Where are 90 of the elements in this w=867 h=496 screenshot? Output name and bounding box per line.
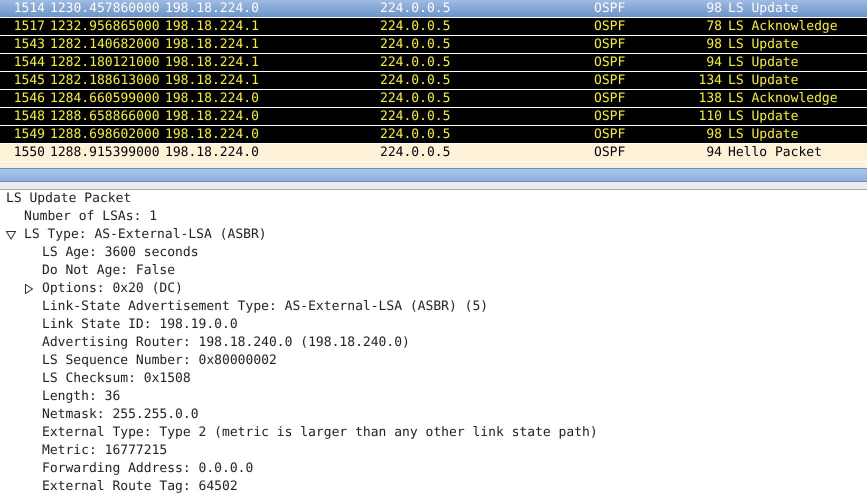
- packet-info: LS Update: [728, 36, 798, 54]
- packet-length: 138: [698, 90, 722, 108]
- packet-time: 1288.658866000: [50, 108, 161, 126]
- packet-destination: 224.0.0.5: [380, 0, 452, 18]
- packet-time: 1230.457860000: [50, 0, 161, 18]
- detail-line[interactable]: Number of LSAs: 1: [24, 208, 158, 226]
- detail-line[interactable]: External Type: Type 2 (metric is larger than any other link state path): [42, 424, 598, 442]
- packet-time: 1284.660599000: [50, 90, 161, 108]
- packet-source: 198.18.224.1: [165, 54, 260, 72]
- packet-length: 110: [698, 108, 722, 126]
- packet-number: 1549: [12, 126, 45, 144]
- detail-line[interactable]: LS Checksum: 0x1508: [42, 370, 191, 388]
- detail-line[interactable]: Link State ID: 198.19.0.0: [42, 316, 238, 334]
- packet-row[interactable]: 1550 1288.915399000 198.18.224.0 224.0.0.5 OSPF 94 Hello Packet: [0, 144, 867, 162]
- packet-protocol: OSPF: [594, 90, 626, 108]
- packet-source: 198.18.224.1: [165, 18, 260, 36]
- packet-length: 98: [705, 36, 722, 54]
- packet-row[interactable]: 1548 1288.658866000 198.18.224.0 224.0.0.5 OSPF 110 LS Update: [0, 108, 867, 126]
- packet-info: LS Update: [728, 54, 798, 72]
- packet-row[interactable]: 1546 1284.660599000 198.18.224.0 224.0.0.5 OSPF 138 LS Acknowledge: [0, 90, 867, 108]
- packet-protocol: OSPF: [594, 0, 626, 18]
- packet-source: 198.18.224.1: [165, 72, 260, 90]
- packet-number: 1545: [12, 72, 45, 90]
- packet-protocol: OSPF: [594, 36, 626, 54]
- packet-length: 98: [705, 0, 722, 18]
- expanded-triangle-icon[interactable]: [6, 230, 16, 240]
- packet-time: 1288.915399000: [50, 144, 161, 162]
- packet-info: LS Update: [728, 0, 798, 18]
- packet-row[interactable]: 1543 1282.140682000 198.18.224.1 224.0.0.5 OSPF 98 LS Update: [0, 36, 867, 54]
- packet-protocol: OSPF: [594, 18, 626, 36]
- packet-number: 1543: [12, 36, 45, 54]
- detail-line[interactable]: Link-State Advertisement Type: AS-External-LSA (ASBR) (5): [42, 298, 488, 316]
- detail-line[interactable]: LS Type: AS-External-LSA (ASBR): [24, 226, 267, 244]
- detail-line[interactable]: Netmask: 255.255.0.0: [42, 406, 199, 424]
- detail-line[interactable]: LS Age: 3600 seconds: [42, 244, 199, 262]
- packet-destination: 224.0.0.5: [380, 108, 452, 126]
- packet-length: 94: [705, 144, 722, 162]
- packet-destination: 224.0.0.5: [380, 144, 452, 162]
- detail-line[interactable]: Metric: 16777215: [42, 442, 168, 460]
- packet-source: 198.18.224.0: [165, 0, 260, 18]
- packet-number: 1548: [12, 108, 45, 126]
- packet-source: 198.18.224.0: [165, 144, 260, 162]
- packet-length: 94: [705, 54, 722, 72]
- packet-number: 1544: [12, 54, 45, 72]
- detail-line[interactable]: Forwarding Address: 0.0.0.0: [42, 460, 254, 478]
- packet-number: 1546: [12, 90, 45, 108]
- detail-line[interactable]: LS Update Packet: [6, 190, 132, 208]
- packet-number: 1514: [12, 0, 45, 18]
- detail-line[interactable]: Advertising Router: 198.18.240.0 (198.18.240.0): [42, 334, 410, 352]
- packet-length: 98: [705, 126, 722, 144]
- packet-source: 198.18.224.0: [165, 90, 260, 108]
- packet-info: LS Update: [728, 72, 798, 90]
- packet-time: 1232.956865000: [50, 18, 161, 36]
- packet-row[interactable]: 1544 1282.180121000 198.18.224.1 224.0.0.5 OSPF 94 LS Update: [0, 54, 867, 72]
- packet-row[interactable]: 1517 1232.956865000 198.18.224.1 224.0.0.5 OSPF 78 LS Acknowledge: [0, 18, 867, 36]
- packet-destination: 224.0.0.5: [380, 126, 452, 144]
- packet-protocol: OSPF: [594, 72, 626, 90]
- packet-info: LS Update: [728, 108, 798, 126]
- detail-line[interactable]: LS Sequence Number: 0x80000002: [42, 352, 277, 370]
- packet-destination: 224.0.0.5: [380, 72, 452, 90]
- packet-time: 1282.140682000: [50, 36, 161, 54]
- packet-time: 1282.180121000: [50, 54, 161, 72]
- packet-length: 78: [705, 18, 722, 36]
- packet-info: LS Update: [728, 126, 798, 144]
- detail-line[interactable]: External Route Tag: 64502: [42, 478, 238, 496]
- packet-source: 198.18.224.0: [165, 126, 260, 144]
- packet-info: Hello Packet: [728, 144, 822, 162]
- packet-info: LS Acknowledge: [728, 90, 838, 108]
- packet-time: 1288.698602000: [50, 126, 161, 144]
- packet-info: LS Acknowledge: [728, 18, 838, 36]
- packet-protocol: OSPF: [594, 54, 626, 72]
- packet-time: 1282.188613000: [50, 72, 161, 90]
- packet-row[interactable]: 1545 1282.188613000 198.18.224.1 224.0.0.5 OSPF 134 LS Update: [0, 72, 867, 90]
- packet-protocol: OSPF: [594, 144, 626, 162]
- packet-destination: 224.0.0.5: [380, 54, 452, 72]
- packet-number: 1517: [12, 18, 45, 36]
- packet-length: 134: [698, 72, 722, 90]
- packet-source: 198.18.224.1: [165, 36, 260, 54]
- detail-line[interactable]: Do Not Age: False: [42, 262, 176, 280]
- packet-destination: 224.0.0.5: [380, 36, 452, 54]
- detail-line[interactable]: Length: 36: [42, 388, 120, 406]
- packet-row[interactable]: 1549 1288.698602000 198.18.224.0 224.0.0.5 OSPF 98 LS Update: [0, 126, 867, 144]
- detail-line[interactable]: Options: 0x20 (DC): [42, 280, 183, 298]
- collapsed-triangle-icon[interactable]: [24, 284, 34, 294]
- packet-source: 198.18.224.0: [165, 108, 260, 126]
- packet-destination: 224.0.0.5: [380, 90, 452, 108]
- packet-number: 1550: [12, 144, 45, 162]
- packet-protocol: OSPF: [594, 126, 626, 144]
- packet-protocol: OSPF: [594, 108, 626, 126]
- packet-destination: 224.0.0.5: [380, 18, 452, 36]
